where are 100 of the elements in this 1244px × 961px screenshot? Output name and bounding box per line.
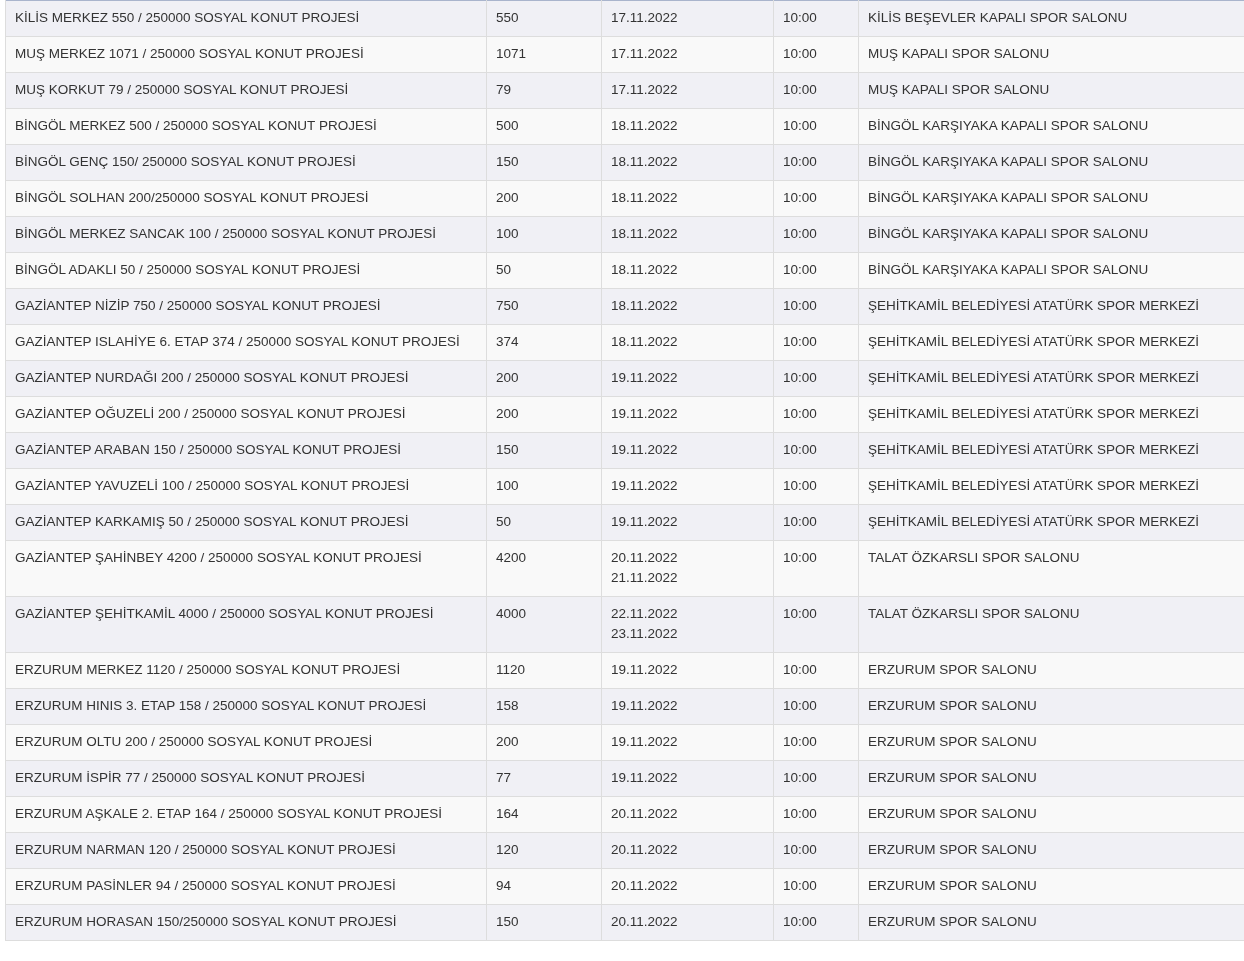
- project-name: GAZİANTEP ARABAN 150 / 250000 SOSYAL KONUT PROJESİ: [15, 441, 401, 459]
- project-name: ERZURUM HINIS 3. ETAP 158 / 250000 SOSYAL KONUT PROJESİ: [15, 697, 427, 715]
- draw-time: 10:00: [783, 369, 817, 387]
- housing-count: 200: [496, 369, 519, 387]
- draw-time: 10:00: [783, 697, 817, 715]
- venue-name: BİNGÖL KARŞIYAKA KAPALI SPOR SALONU: [868, 189, 1149, 207]
- project-name: MUŞ KORKUT 79 / 250000 SOSYAL KONUT PROJESİ: [15, 81, 349, 99]
- housing-count: 750: [496, 297, 519, 315]
- project-name: GAZİANTEP KARKAMIŞ 50 / 250000 SOSYAL KONUT PROJESİ: [15, 513, 409, 531]
- draw-date: 20.11.2022: [611, 841, 678, 859]
- draw-time: 10:00: [783, 81, 817, 99]
- draw-time: 10:00: [783, 45, 817, 63]
- housing-count: 500: [496, 117, 519, 135]
- housing-count: 120: [496, 841, 519, 859]
- draw-date: 20.11.2022: [611, 549, 678, 567]
- housing-count: 200: [496, 733, 519, 751]
- venue-name: ERZURUM SPOR SALONU: [868, 913, 1037, 931]
- project-name: MUŞ MERKEZ 1071 / 250000 SOSYAL KONUT PROJESİ: [15, 45, 364, 63]
- draw-time: 10:00: [783, 805, 817, 823]
- housing-count: 4200: [496, 549, 527, 567]
- draw-time: 10:00: [783, 733, 817, 751]
- venue-name: ŞEHİTKAMİL BELEDİYESİ ATATÜRK SPOR MERKEZİ: [868, 297, 1200, 315]
- draw-time: 10:00: [783, 841, 817, 859]
- venue-name: ERZURUM SPOR SALONU: [868, 805, 1037, 823]
- draw-time: 10:00: [783, 9, 817, 27]
- draw-time: 10:00: [783, 297, 817, 315]
- draw-time: 10:00: [783, 333, 817, 351]
- draw-time: 10:00: [783, 441, 817, 459]
- draw-date: 20.11.2022: [611, 877, 678, 895]
- draw-date: 18.11.2022: [611, 117, 678, 135]
- venue-name: BİNGÖL KARŞIYAKA KAPALI SPOR SALONU: [868, 225, 1149, 243]
- venue-name: MUŞ KAPALI SPOR SALONU: [868, 45, 1050, 63]
- project-name: ERZURUM AŞKALE 2. ETAP 164 / 250000 SOSYAL KONUT PROJESİ: [15, 805, 442, 823]
- project-name: BİNGÖL SOLHAN 200/250000 SOSYAL KONUT PROJESİ: [15, 189, 369, 207]
- housing-count: 150: [496, 153, 519, 171]
- project-name: ERZURUM OLTU 200 / 250000 SOSYAL KONUT PROJESİ: [15, 733, 373, 751]
- project-name: ERZURUM MERKEZ 1120 / 250000 SOSYAL KONUT PROJESİ: [15, 661, 401, 679]
- venue-name: BİNGÖL KARŞIYAKA KAPALI SPOR SALONU: [868, 117, 1149, 135]
- venue-name: ŞEHİTKAMİL BELEDİYESİ ATATÜRK SPOR MERKEZİ: [868, 369, 1200, 387]
- draw-date: 21.11.2022: [611, 569, 678, 587]
- project-name: BİNGÖL MERKEZ SANCAK 100 / 250000 SOSYAL KONUT PROJESİ: [15, 225, 436, 243]
- draw-date: 19.11.2022: [611, 733, 678, 751]
- housing-count: 200: [496, 405, 519, 423]
- housing-count: 100: [496, 477, 519, 495]
- draw-time: 10:00: [783, 117, 817, 135]
- draw-date: 18.11.2022: [611, 297, 678, 315]
- venue-name: MUŞ KAPALI SPOR SALONU: [868, 81, 1050, 99]
- draw-date: 19.11.2022: [611, 513, 678, 531]
- venue-name: ERZURUM SPOR SALONU: [868, 877, 1037, 895]
- draw-date: 18.11.2022: [611, 261, 678, 279]
- draw-date: 19.11.2022: [611, 769, 678, 787]
- draw-date: 17.11.2022: [611, 9, 678, 27]
- draw-date: 19.11.2022: [611, 697, 678, 715]
- draw-date: 18.11.2022: [611, 333, 678, 351]
- draw-time: 10:00: [783, 549, 817, 567]
- draw-time: 10:00: [783, 225, 817, 243]
- project-name: ERZURUM HORASAN 150/250000 SOSYAL KONUT PROJESİ: [15, 913, 397, 931]
- project-name: GAZİANTEP ŞAHİNBEY 4200 / 250000 SOSYAL KONUT PROJESİ: [15, 549, 422, 567]
- draw-time: 10:00: [783, 877, 817, 895]
- housing-count: 164: [496, 805, 519, 823]
- draw-date: 23.11.2022: [611, 625, 678, 643]
- project-name: KİLİS MERKEZ 550 / 250000 SOSYAL KONUT PROJESİ: [15, 9, 360, 27]
- housing-count: 158: [496, 697, 519, 715]
- housing-count: 94: [496, 877, 512, 895]
- venue-name: ŞEHİTKAMİL BELEDİYESİ ATATÜRK SPOR MERKEZİ: [868, 333, 1200, 351]
- draw-date: 18.11.2022: [611, 225, 678, 243]
- draw-time: 10:00: [783, 513, 817, 531]
- venue-name: ŞEHİTKAMİL BELEDİYESİ ATATÜRK SPOR MERKEZİ: [868, 513, 1200, 531]
- draw-date: 19.11.2022: [611, 661, 678, 679]
- draw-date: 18.11.2022: [611, 153, 678, 171]
- draw-date: 19.11.2022: [611, 405, 678, 423]
- draw-time: 10:00: [783, 661, 817, 679]
- housing-count: 150: [496, 913, 519, 931]
- venue-name: BİNGÖL KARŞIYAKA KAPALI SPOR SALONU: [868, 261, 1149, 279]
- venue-name: ERZURUM SPOR SALONU: [868, 733, 1037, 751]
- venue-name: ŞEHİTKAMİL BELEDİYESİ ATATÜRK SPOR MERKEZİ: [868, 441, 1200, 459]
- housing-count: 1071: [496, 45, 527, 63]
- draw-date: 20.11.2022: [611, 913, 678, 931]
- draw-time: 10:00: [783, 405, 817, 423]
- project-name: GAZİANTEP NURDAĞI 200 / 250000 SOSYAL KONUT PROJESİ: [15, 369, 409, 387]
- housing-count: 4000: [496, 605, 527, 623]
- housing-count: 150: [496, 441, 519, 459]
- project-name: ERZURUM PASİNLER 94 / 250000 SOSYAL KONUT PROJESİ: [15, 877, 396, 895]
- housing-count: 50: [496, 261, 512, 279]
- venue-name: BİNGÖL KARŞIYAKA KAPALI SPOR SALONU: [868, 153, 1149, 171]
- housing-count: 200: [496, 189, 519, 207]
- draw-date: 19.11.2022: [611, 441, 678, 459]
- draw-date: 20.11.2022: [611, 805, 678, 823]
- draw-time: 10:00: [783, 153, 817, 171]
- housing-count: 79: [496, 81, 512, 99]
- draw-time: 10:00: [783, 605, 817, 623]
- housing-count: 550: [496, 9, 519, 27]
- housing-count: 374: [496, 333, 519, 351]
- project-name: ERZURUM NARMAN 120 / 250000 SOSYAL KONUT PROJESİ: [15, 841, 396, 859]
- venue-name: ERZURUM SPOR SALONU: [868, 661, 1037, 679]
- venue-name: TALAT ÖZKARSLI SPOR SALONU: [868, 549, 1080, 567]
- draw-time: 10:00: [783, 261, 817, 279]
- venue-name: TALAT ÖZKARSLI SPOR SALONU: [868, 605, 1080, 623]
- draw-time: 10:00: [783, 477, 817, 495]
- housing-count: 100: [496, 225, 519, 243]
